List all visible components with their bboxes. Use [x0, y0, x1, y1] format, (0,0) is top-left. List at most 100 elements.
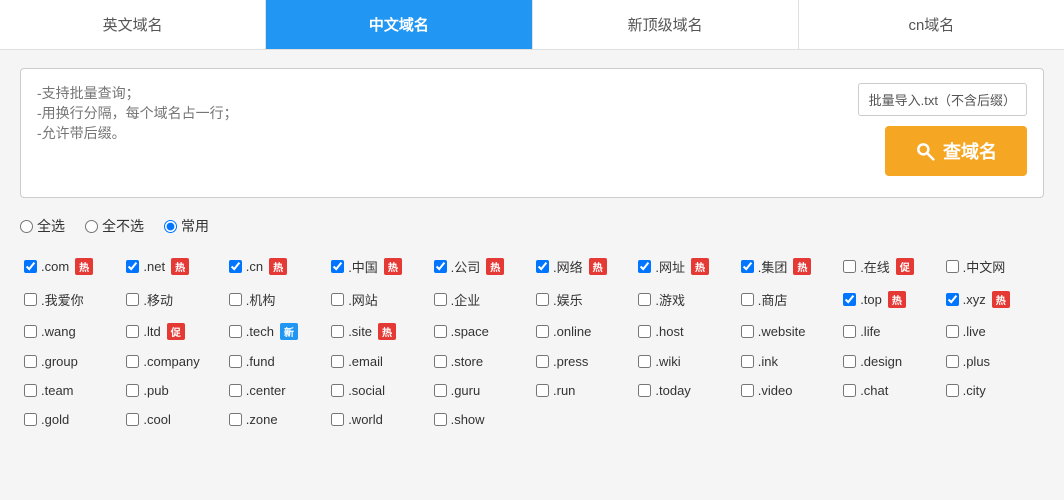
domain-checkbox[interactable] [434, 260, 447, 273]
domain-item: .site热 [327, 316, 429, 347]
domain-checkbox[interactable] [434, 413, 447, 426]
domain-checkbox[interactable] [741, 260, 754, 273]
select-row: 全选 全不选 常用 [20, 216, 1044, 236]
domain-checkbox[interactable] [229, 260, 242, 273]
domain-item: .移动 [122, 283, 224, 316]
domain-item: .video [737, 376, 839, 405]
select-none-label[interactable]: 全不选 [85, 216, 144, 236]
domain-checkbox[interactable] [126, 325, 139, 338]
domain-checkbox[interactable] [843, 260, 856, 273]
domain-checkbox[interactable] [331, 355, 344, 368]
domain-checkbox[interactable] [331, 384, 344, 397]
domain-name-label: .中文网 [963, 257, 1006, 276]
domain-checkbox[interactable] [741, 355, 754, 368]
domain-checkbox[interactable] [434, 325, 447, 338]
select-common-radio[interactable] [164, 220, 177, 233]
domain-checkbox[interactable] [536, 355, 549, 368]
tab-chinese-domain[interactable]: 中文域名 [266, 0, 532, 49]
domain-item: .wang [20, 316, 122, 347]
domain-badge: 促 [896, 258, 914, 275]
domain-item: .online [532, 316, 634, 347]
domain-checkbox[interactable] [843, 384, 856, 397]
domain-checkbox[interactable] [331, 413, 344, 426]
domain-badge: 热 [992, 291, 1010, 308]
domain-checkbox[interactable] [434, 293, 447, 306]
domain-name-label: .plus [963, 354, 990, 369]
domain-checkbox[interactable] [946, 384, 959, 397]
domain-checkbox[interactable] [638, 260, 651, 273]
domain-checkbox[interactable] [536, 384, 549, 397]
search-box: 批量导入.txt（不含后缀） 查域名 [20, 68, 1044, 198]
domain-checkbox[interactable] [843, 293, 856, 306]
tab-cn-domain[interactable]: cn域名 [799, 0, 1064, 49]
domain-name-label: .live [963, 324, 986, 339]
domain-checkbox[interactable] [24, 413, 37, 426]
domain-checkbox[interactable] [126, 293, 139, 306]
domain-badge: 热 [378, 323, 396, 340]
select-common-label[interactable]: 常用 [164, 216, 209, 236]
domain-item: .ink [737, 347, 839, 376]
domain-name-label: .企业 [451, 290, 481, 309]
domain-checkbox[interactable] [331, 293, 344, 306]
domain-checkbox[interactable] [434, 355, 447, 368]
domain-checkbox[interactable] [946, 293, 959, 306]
domain-checkbox[interactable] [229, 355, 242, 368]
domain-checkbox[interactable] [536, 293, 549, 306]
domain-checkbox[interactable] [229, 325, 242, 338]
domain-checkbox[interactable] [126, 413, 139, 426]
domain-checkbox[interactable] [331, 260, 344, 273]
domain-checkbox[interactable] [638, 384, 651, 397]
domain-checkbox[interactable] [741, 293, 754, 306]
domain-name-label: .host [655, 324, 683, 339]
import-txt-button[interactable]: 批量导入.txt（不含后缀） [858, 83, 1027, 116]
domain-name-label: .guru [451, 383, 481, 398]
domain-item: .press [532, 347, 634, 376]
domain-checkbox[interactable] [229, 384, 242, 397]
select-all-label[interactable]: 全选 [20, 216, 65, 236]
domain-name-label: .fund [246, 354, 275, 369]
domain-search-input[interactable] [37, 83, 842, 183]
domain-item: .fund [225, 347, 327, 376]
select-all-radio[interactable] [20, 220, 33, 233]
domain-checkbox[interactable] [24, 325, 37, 338]
domain-checkbox[interactable] [24, 293, 37, 306]
domain-checkbox[interactable] [843, 355, 856, 368]
domain-checkbox[interactable] [126, 355, 139, 368]
domain-checkbox[interactable] [126, 384, 139, 397]
domain-checkbox[interactable] [536, 260, 549, 273]
domain-item: .run [532, 376, 634, 405]
domain-checkbox[interactable] [741, 384, 754, 397]
domain-checkbox[interactable] [24, 384, 37, 397]
domain-checkbox[interactable] [946, 325, 959, 338]
domain-checkbox[interactable] [126, 260, 139, 273]
tab-new-tld[interactable]: 新顶级域名 [533, 0, 799, 49]
domain-item: .live [942, 316, 1044, 347]
domain-checkbox[interactable] [946, 355, 959, 368]
domain-checkbox[interactable] [536, 325, 549, 338]
select-common-text: 常用 [181, 216, 209, 236]
domain-checkbox[interactable] [946, 260, 959, 273]
domain-checkbox[interactable] [843, 325, 856, 338]
domain-checkbox[interactable] [638, 355, 651, 368]
tab-english-domain[interactable]: 英文域名 [0, 0, 266, 49]
domain-item: .life [839, 316, 941, 347]
search-icon [915, 141, 935, 161]
domain-name-label: .zone [246, 412, 278, 427]
domain-checkbox[interactable] [229, 293, 242, 306]
domain-name-label: .游戏 [655, 290, 685, 309]
domain-checkbox[interactable] [741, 325, 754, 338]
domain-name-label: .online [553, 324, 591, 339]
domain-checkbox[interactable] [24, 260, 37, 273]
domain-checkbox[interactable] [331, 325, 344, 338]
domain-name-label: .video [758, 383, 793, 398]
select-none-radio[interactable] [85, 220, 98, 233]
domain-checkbox[interactable] [638, 325, 651, 338]
domain-checkbox[interactable] [229, 413, 242, 426]
domain-name-label: .city [963, 383, 986, 398]
domain-name-label: .中国 [348, 257, 378, 276]
search-domain-button[interactable]: 查域名 [885, 126, 1027, 176]
domain-name-label: .机构 [246, 290, 276, 309]
domain-checkbox[interactable] [24, 355, 37, 368]
domain-checkbox[interactable] [638, 293, 651, 306]
domain-checkbox[interactable] [434, 384, 447, 397]
